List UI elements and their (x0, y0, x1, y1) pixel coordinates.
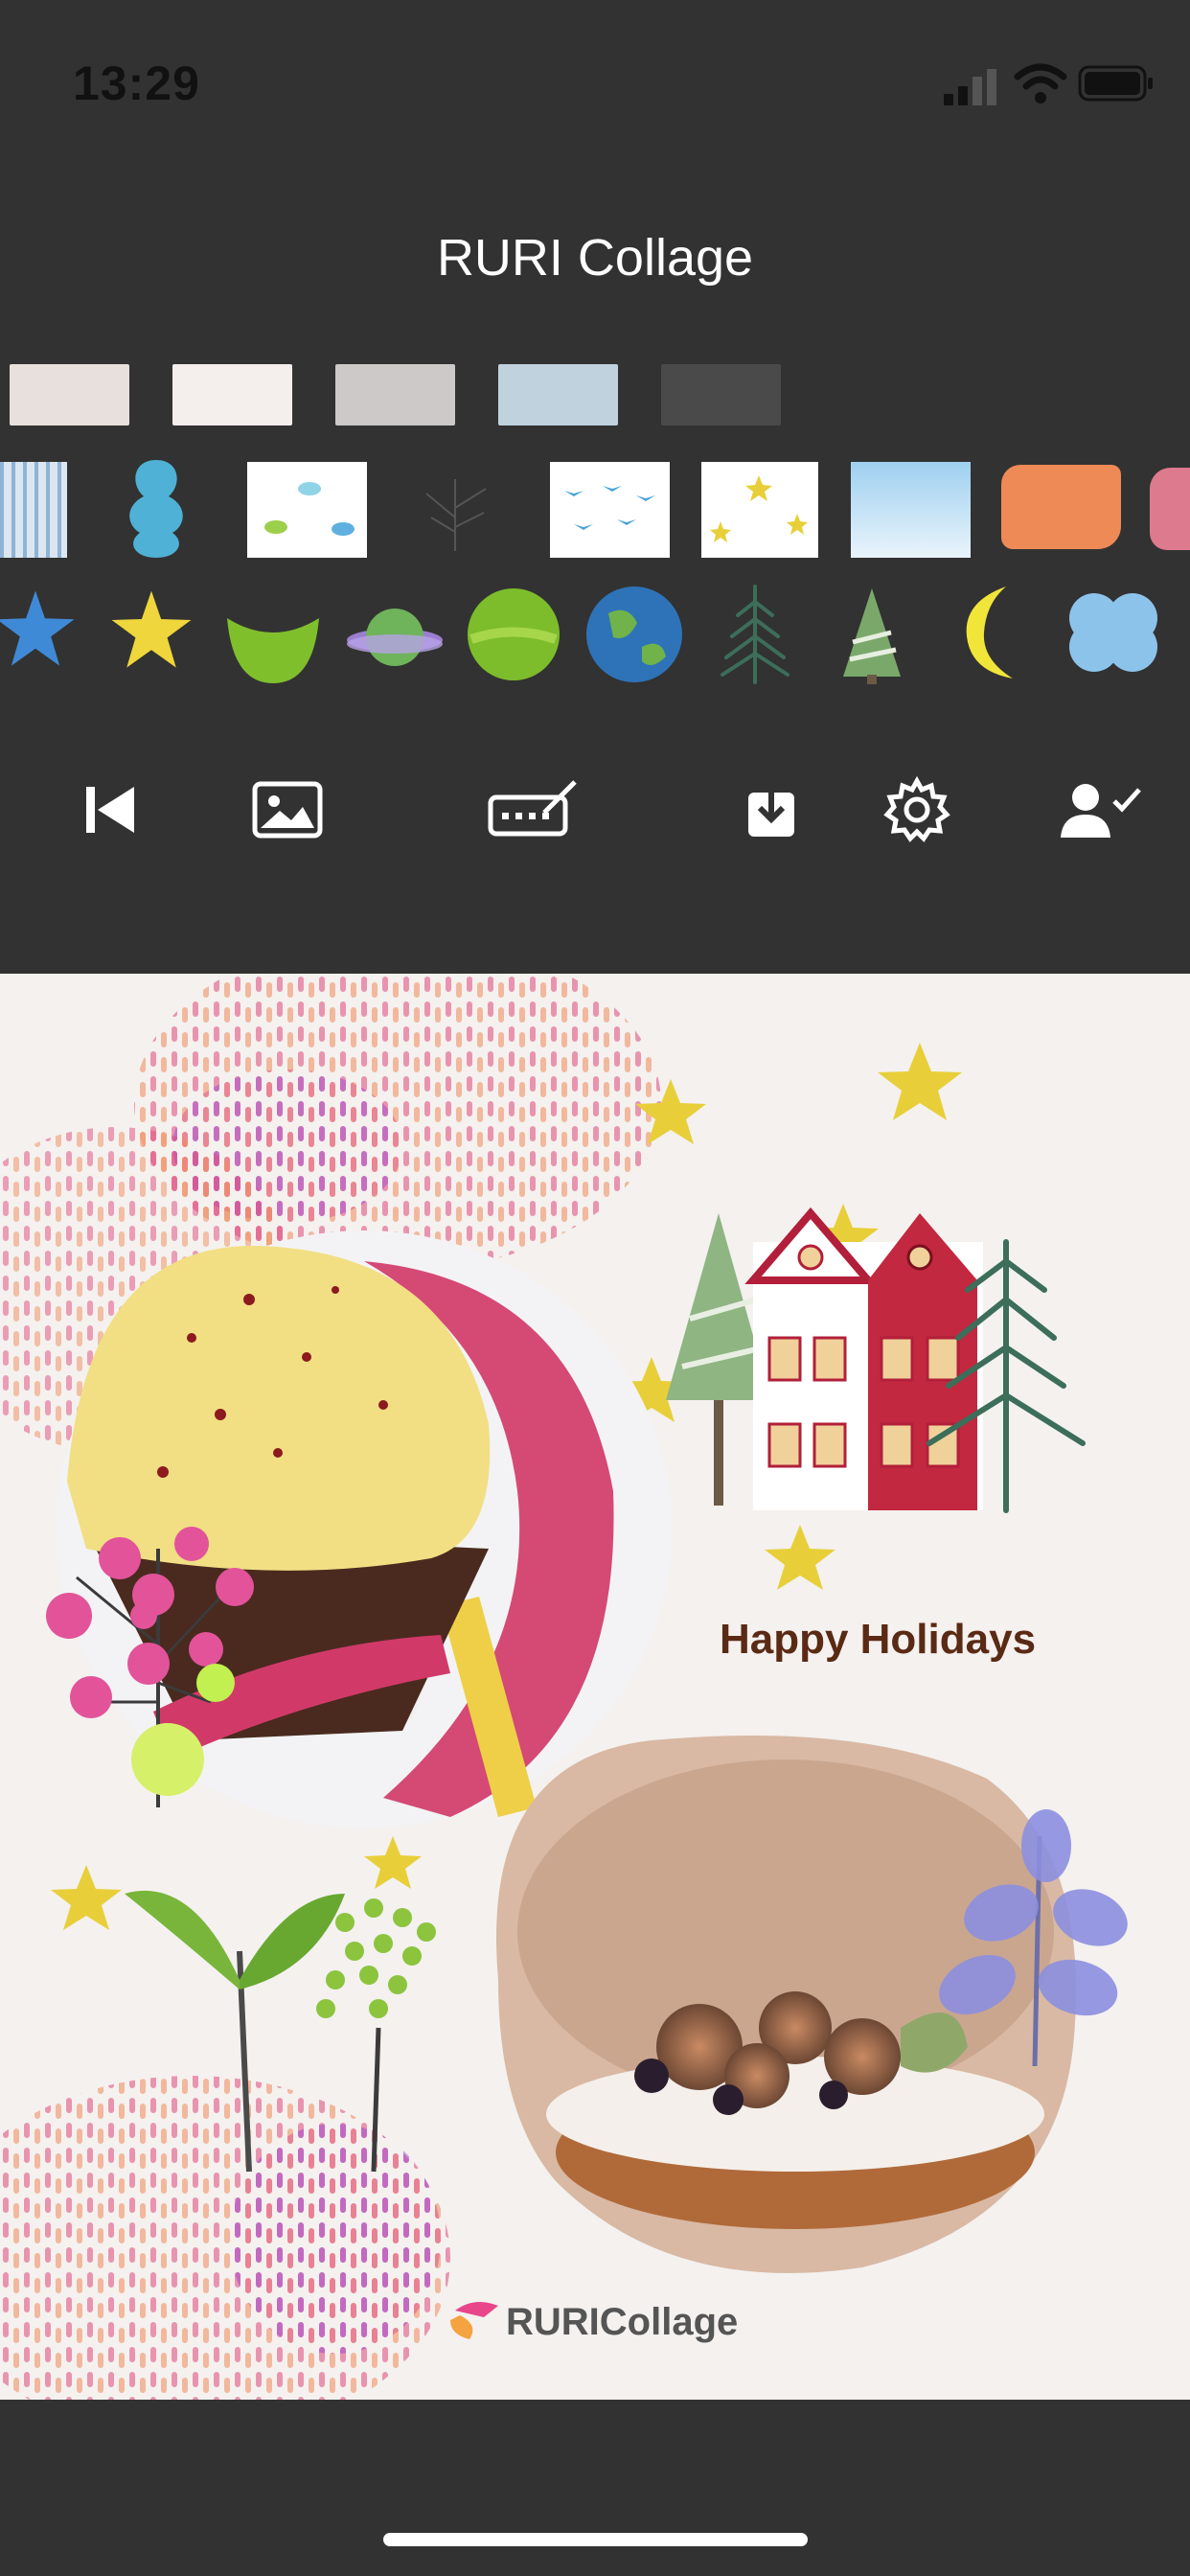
green-circle-sticker[interactable] (466, 586, 561, 687)
blob-sticker[interactable] (123, 458, 190, 564)
cloud-sticker[interactable] (1065, 585, 1165, 685)
battery-icon (1078, 65, 1155, 108)
brand-watermark: RURICollage (506, 2301, 739, 2343)
wifi-icon (1014, 63, 1067, 110)
background-swatch[interactable] (498, 364, 618, 426)
background-swatch[interactable] (335, 364, 455, 426)
signal-icon (944, 67, 997, 110)
green-moon-sticker[interactable] (222, 599, 324, 690)
planet-sticker[interactable] (345, 594, 446, 685)
blue-star-sticker[interactable] (0, 586, 79, 678)
background-swatch[interactable] (661, 364, 781, 426)
pink-paper-sticker[interactable] (1150, 468, 1190, 550)
green-tree-sticker[interactable] (838, 585, 905, 689)
orange-paper-sticker[interactable] (1001, 465, 1121, 549)
user-check-icon[interactable] (1054, 771, 1150, 848)
page-title: RURI Collage (436, 229, 754, 287)
skip-back-icon[interactable] (67, 771, 153, 848)
background-swatch[interactable] (10, 364, 129, 426)
status-time: 13:29 (73, 57, 200, 110)
yellow-star-sticker[interactable] (107, 586, 195, 679)
crescent-moon-sticker[interactable] (953, 583, 1026, 687)
gear-icon[interactable] (874, 771, 960, 848)
pattern-tile-stars[interactable] (701, 462, 818, 558)
pattern-tile-sky[interactable] (851, 462, 971, 558)
background-swatch[interactable] (172, 364, 292, 426)
home-indicator[interactable] (383, 2533, 808, 2546)
download-icon[interactable] (728, 771, 814, 848)
keyboard-edit-icon[interactable] (487, 771, 583, 848)
collage-canvas[interactable]: Happy Holidays RURICollage (0, 974, 1190, 2400)
pattern-tile-birds[interactable] (550, 462, 670, 558)
branch-sticker[interactable] (407, 460, 503, 561)
greeting-text[interactable]: Happy Holidays (0, 1616, 1190, 1664)
pattern-tile-fish[interactable] (247, 462, 367, 558)
earth-sticker[interactable] (584, 585, 684, 689)
image-icon[interactable] (244, 771, 331, 848)
pattern-tile-blue-dashes[interactable] (0, 462, 67, 558)
pine-tree-sticker[interactable] (717, 583, 793, 689)
